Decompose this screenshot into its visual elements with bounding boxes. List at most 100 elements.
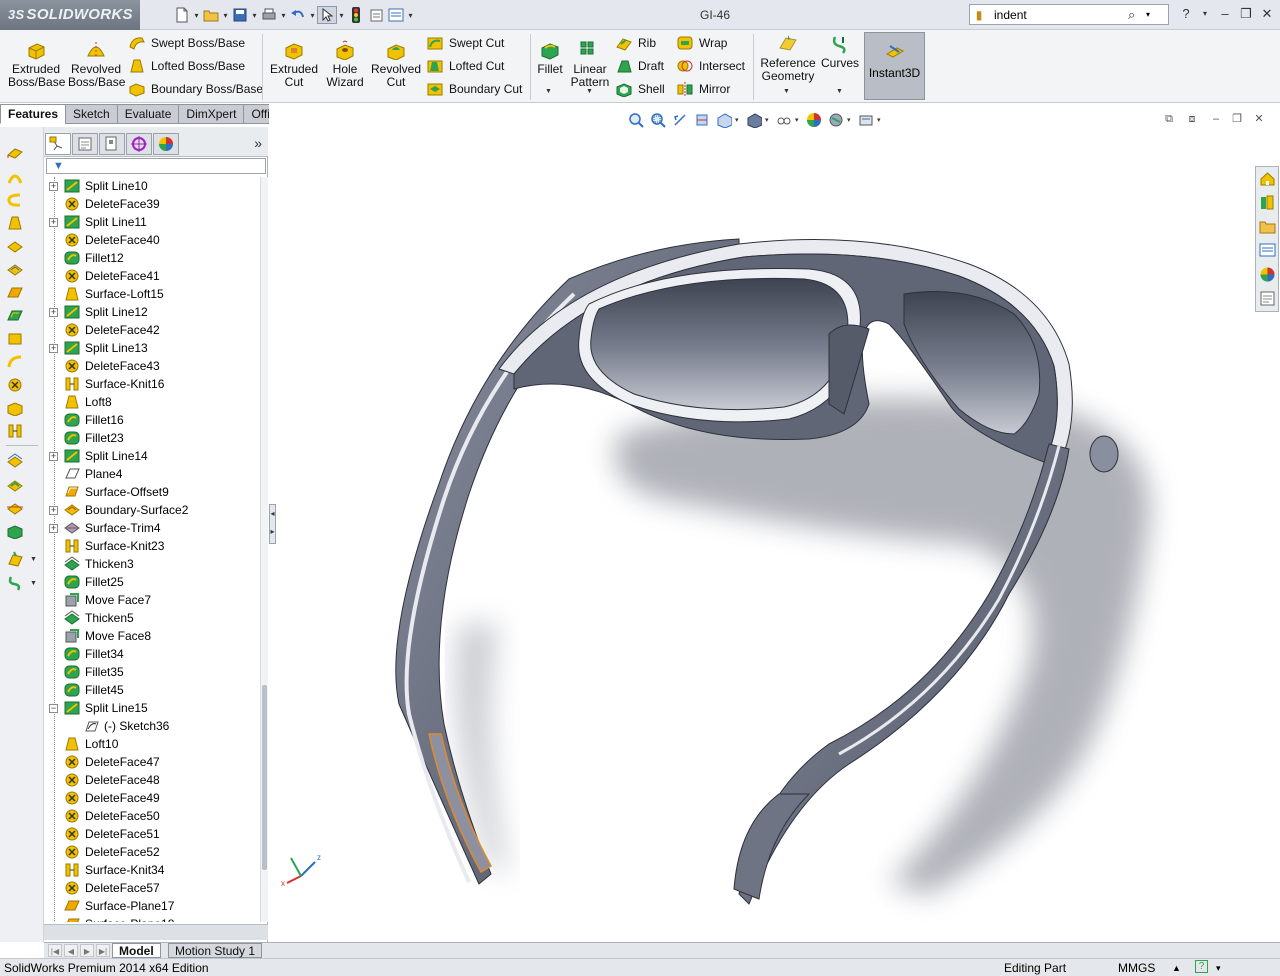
feature-tree-item[interactable]: DeleteFace49: [44, 789, 260, 807]
cut-with-surface-icon[interactable]: [6, 500, 24, 516]
undo-icon[interactable]: [288, 6, 308, 24]
intersect-button[interactable]: Intersect: [676, 56, 745, 76]
search-icon[interactable]: ⌕: [1128, 7, 1146, 23]
feature-tree-item[interactable]: Fillet45: [44, 681, 260, 699]
print-icon[interactable]: [259, 6, 279, 24]
print-dropdown-icon[interactable]: ▾: [279, 11, 288, 20]
view-orientation-dropdown-icon[interactable]: ▾: [735, 116, 743, 124]
replace-face-icon[interactable]: [6, 400, 24, 416]
feature-tree-item[interactable]: Fillet35: [44, 663, 260, 681]
restore-window-icon[interactable]: ❐: [1237, 6, 1255, 22]
feature-tree-item[interactable]: Move Face7: [44, 591, 260, 609]
shell-button[interactable]: Shell: [615, 79, 665, 99]
solidworks-resources-home-icon[interactable]: [1259, 170, 1276, 187]
rebuild-traffic-light-icon[interactable]: [346, 6, 366, 24]
thicken-cut-icon[interactable]: [6, 477, 24, 493]
status-units[interactable]: MMGS: [1118, 961, 1155, 975]
feature-tree-item[interactable]: Fillet16: [44, 411, 260, 429]
design-library-icon[interactable]: [1259, 194, 1276, 211]
feature-tree-item[interactable]: (-) Sketch36: [44, 717, 260, 735]
panel-collapse-handle-icon[interactable]: ◂ ▸: [269, 504, 276, 544]
feature-tree-item[interactable]: Fillet34: [44, 645, 260, 663]
boundary-surface-icon[interactable]: [6, 239, 24, 255]
curves-button[interactable]: Curves: [820, 34, 860, 70]
feature-tree-item[interactable]: DeleteFace42: [44, 321, 260, 339]
feature-tree-item[interactable]: Plane4: [44, 465, 260, 483]
swept-surface-icon[interactable]: [6, 192, 24, 208]
view-settings-icon[interactable]: [855, 111, 877, 129]
curves-icon[interactable]: [6, 575, 24, 591]
search-input[interactable]: [988, 5, 1128, 24]
select-dropdown-icon[interactable]: ▾: [337, 11, 346, 20]
revolved-cut-button[interactable]: Revolved Cut: [370, 40, 422, 89]
instant3d-button[interactable]: Instant3D: [864, 32, 925, 100]
save-dropdown-icon[interactable]: ▾: [250, 11, 259, 20]
dimxpert-manager-tab[interactable]: [126, 133, 152, 155]
feature-tree-item[interactable]: + Split Line10: [44, 177, 260, 195]
knowledge-base-book-icon[interactable]: ▮: [970, 8, 988, 22]
previous-view-icon[interactable]: [669, 111, 691, 129]
section-view-icon[interactable]: [691, 111, 713, 129]
open-folder-icon[interactable]: [201, 6, 221, 24]
feature-tree-item[interactable]: + Split Line14: [44, 447, 260, 465]
expand-panel-icon[interactable]: »: [254, 135, 262, 151]
first-tab-arrow-icon[interactable]: |◀: [48, 944, 62, 957]
feature-tree-item[interactable]: DeleteFace51: [44, 825, 260, 843]
configuration-manager-tab[interactable]: [99, 133, 125, 155]
hide-show-dropdown-icon[interactable]: ▾: [795, 116, 803, 124]
curves-dropdown-icon[interactable]: ▼: [30, 580, 37, 587]
fillet-surface-icon[interactable]: [6, 523, 24, 539]
feature-tree-filter[interactable]: ▼: [46, 158, 266, 174]
last-tab-arrow-icon[interactable]: ▶|: [96, 944, 110, 957]
apply-scene-dropdown-icon[interactable]: ▾: [847, 116, 855, 124]
next-tab-arrow-icon[interactable]: ▶: [80, 944, 94, 957]
feature-tree-item[interactable]: + Split Line13: [44, 339, 260, 357]
zoom-to-fit-icon[interactable]: [625, 111, 647, 129]
feature-tree-item[interactable]: DeleteFace43: [44, 357, 260, 375]
feature-tree-item[interactable]: DeleteFace52: [44, 843, 260, 861]
revolved-surface-icon[interactable]: [6, 169, 24, 185]
feature-tree-item[interactable]: DeleteFace47: [44, 753, 260, 771]
expand-node-icon[interactable]: +: [49, 182, 58, 191]
knit-surface-icon[interactable]: [6, 423, 24, 439]
viewport-split-icon[interactable]: ⧈: [1184, 112, 1200, 126]
feature-tree-item[interactable]: + Surface-Trim4: [44, 519, 260, 537]
feature-tree-item[interactable]: DeleteFace41: [44, 267, 260, 285]
feature-tree-item[interactable]: DeleteFace48: [44, 771, 260, 789]
document-minimize-icon[interactable]: –: [1208, 112, 1224, 126]
feature-tree-item[interactable]: Move Face8: [44, 627, 260, 645]
feature-tree-tab[interactable]: [45, 133, 71, 155]
fillet-dropdown-icon[interactable]: ▼: [545, 88, 552, 95]
extruded-boss-button[interactable]: Extruded Boss/Base: [8, 40, 65, 89]
fillet-button[interactable]: Fillet: [534, 40, 566, 76]
expand-node-icon[interactable]: +: [49, 524, 58, 533]
swept-boss-button[interactable]: Swept Boss/Base: [128, 33, 245, 53]
prev-tab-arrow-icon[interactable]: ◀: [64, 944, 78, 957]
expand-node-icon[interactable]: +: [49, 344, 58, 353]
view-palette-icon[interactable]: [1259, 242, 1276, 259]
graphics-area[interactable]: ▾ ▾ ▾ ▾ ▾ ⧉ ⧈ – ❐ ✕ ◂ ▸ x z: [269, 104, 1280, 942]
feature-tree-scrollbar[interactable]: [260, 177, 268, 922]
options-dropdown-icon[interactable]: ▾: [406, 11, 415, 20]
surface-flatten-icon[interactable]: [6, 331, 24, 347]
reference-geometry-button[interactable]: Reference Geometry: [757, 34, 819, 83]
expand-node-icon[interactable]: +: [49, 452, 58, 461]
feature-tree-item[interactable]: Loft10: [44, 735, 260, 753]
edit-appearance-icon[interactable]: [803, 111, 825, 129]
feature-tree-item[interactable]: + Split Line12: [44, 303, 260, 321]
tab-motion-study-1[interactable]: Motion Study 1: [168, 943, 263, 958]
thicken-icon[interactable]: [6, 453, 24, 469]
feature-tree-item[interactable]: Surface-Knit16: [44, 375, 260, 393]
boundary-cut-button[interactable]: Boundary Cut: [426, 79, 522, 99]
feature-tree-item[interactable]: Surface-Plane17: [44, 897, 260, 915]
view-orientation-icon[interactable]: [713, 111, 735, 129]
property-manager-tab[interactable]: [72, 133, 98, 155]
extruded-cut-button[interactable]: Extruded Cut: [267, 40, 321, 89]
tab-features[interactable]: Features: [0, 104, 67, 124]
units-up-arrow-icon[interactable]: ▲: [1172, 963, 1181, 973]
open-dropdown-icon[interactable]: ▾: [221, 11, 230, 20]
boundary-boss-button[interactable]: Boundary Boss/Base: [128, 79, 263, 99]
save-icon[interactable]: [230, 6, 250, 24]
document-close-icon[interactable]: ✕: [1251, 112, 1267, 126]
feature-tree-item[interactable]: Thicken5: [44, 609, 260, 627]
